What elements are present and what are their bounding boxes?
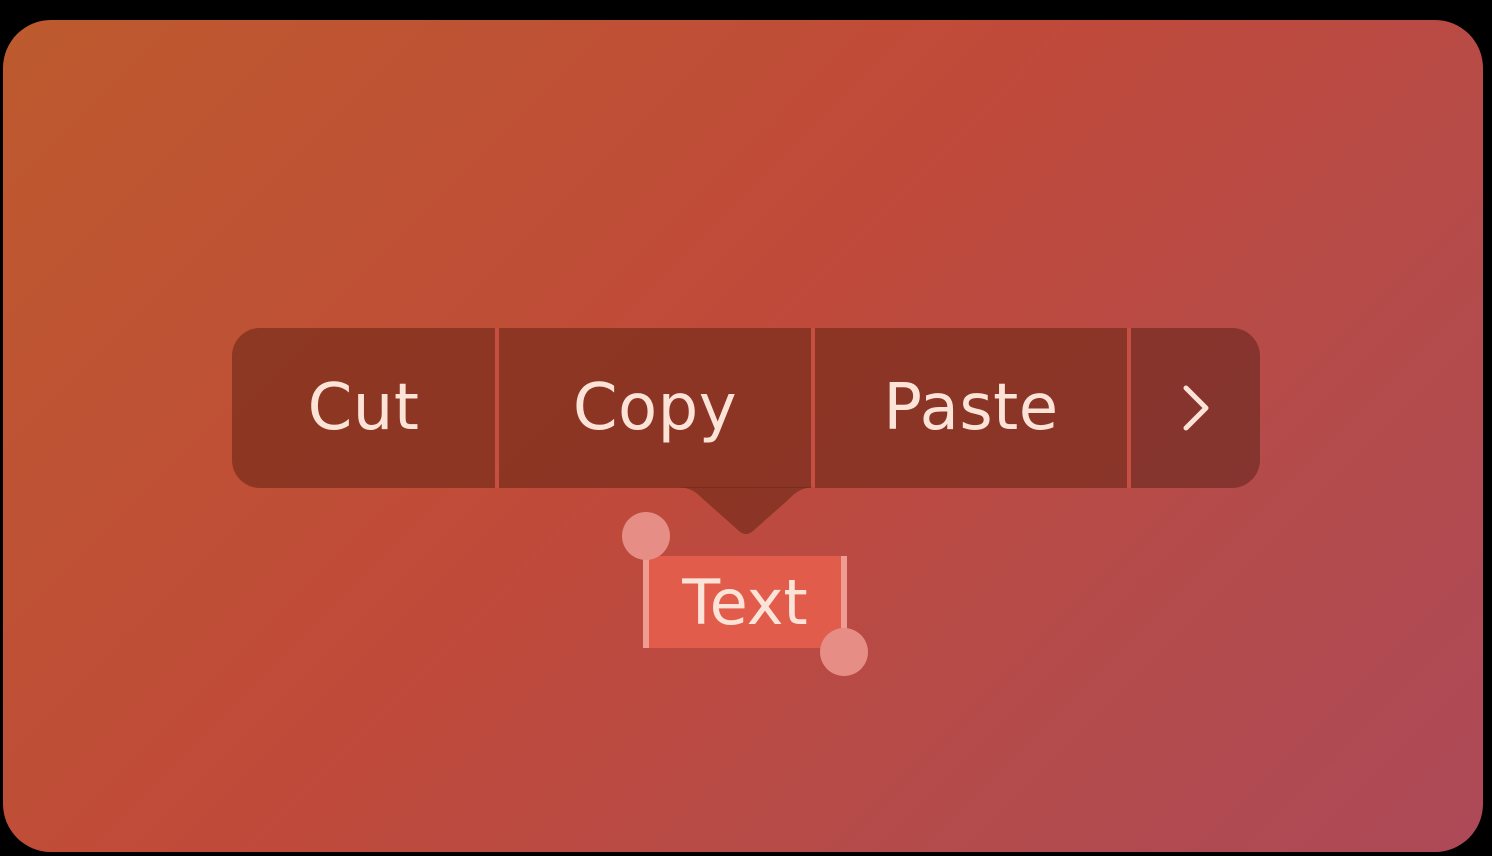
text-selection[interactable]: Text (643, 556, 847, 648)
chevron-right-icon (1183, 385, 1208, 431)
selection-end-handle[interactable] (820, 628, 868, 676)
cut-button[interactable]: Cut (232, 328, 495, 488)
selected-text: Text (682, 565, 808, 639)
edit-menu: Cut Copy Paste (232, 328, 1260, 488)
paste-label: Paste (883, 371, 1059, 445)
copy-button[interactable]: Copy (499, 328, 811, 488)
cut-label: Cut (307, 371, 420, 445)
selection-start-line (643, 556, 649, 648)
copy-label: Copy (572, 371, 738, 445)
selection-start-handle[interactable] (622, 512, 670, 560)
app-canvas: Cut Copy Paste Text (3, 20, 1483, 852)
menu-pointer-arrow (675, 487, 817, 534)
paste-button[interactable]: Paste (815, 328, 1127, 488)
more-options-button[interactable] (1131, 328, 1260, 488)
